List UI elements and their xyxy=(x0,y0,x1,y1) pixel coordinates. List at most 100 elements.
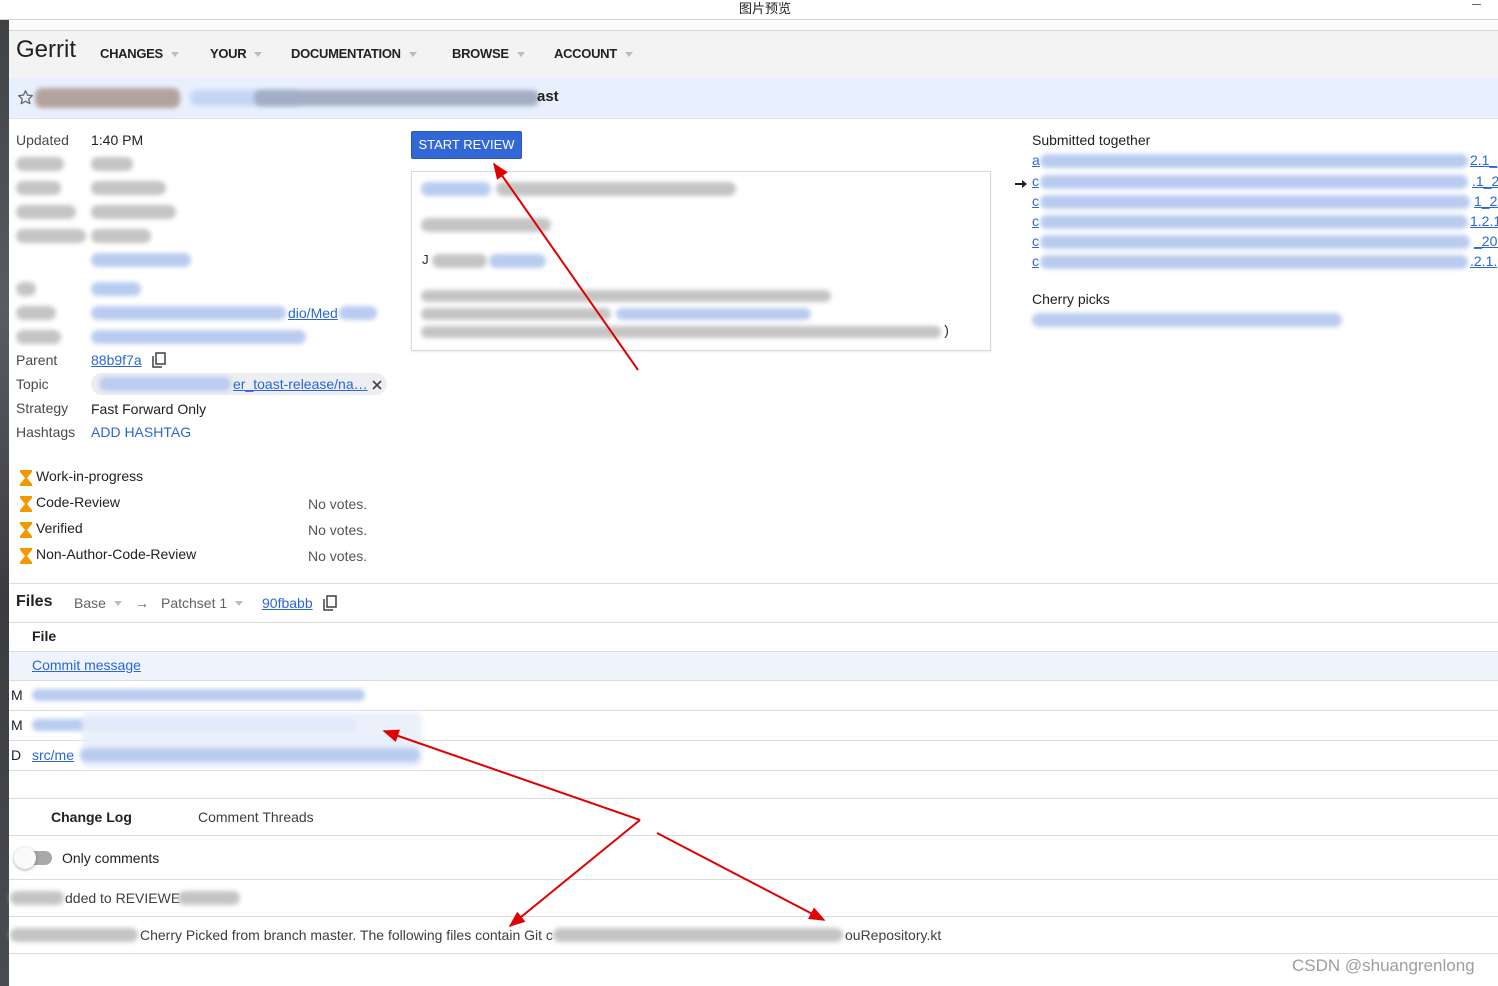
commit-message-text-end: ) xyxy=(942,324,951,340)
tab-comment-threads[interactable]: Comment Threads xyxy=(198,808,314,826)
redacted-blur xyxy=(16,205,76,219)
tab-change-log[interactable]: Change Log xyxy=(51,808,132,826)
related-change-link-end[interactable]: _202 xyxy=(1474,232,1498,250)
related-change-link[interactable]: c xyxy=(1032,252,1039,270)
nav-browse-label: BROWSE xyxy=(452,46,509,61)
minimize-icon[interactable] xyxy=(1472,4,1481,5)
divider xyxy=(9,710,1498,711)
only-comments-label: Only comments xyxy=(62,850,160,866)
hourglass-icon xyxy=(20,496,32,512)
related-change-link[interactable]: c xyxy=(1032,232,1039,250)
topic-chip[interactable]: er_toast-release/na… xyxy=(91,373,387,395)
chevron-down-icon xyxy=(113,600,122,606)
redacted-blur xyxy=(16,306,56,320)
file-status: D xyxy=(11,747,22,763)
divider xyxy=(9,879,1498,880)
hourglass-icon-shape xyxy=(20,470,32,486)
repo-link[interactable]: dio/Med xyxy=(288,304,338,322)
related-change-row[interactable]: c .2.1. xyxy=(1010,252,1498,272)
redacted-blur xyxy=(91,282,141,296)
file-status: M xyxy=(11,717,23,733)
redacted-blur xyxy=(16,181,61,195)
nav-browse[interactable]: BROWSE xyxy=(452,45,525,63)
revision-link[interactable]: 90fbabb xyxy=(262,594,313,612)
redacted-blur xyxy=(254,90,539,106)
watermark: CSDN @shuangrenlong xyxy=(1292,956,1475,975)
copy-icon-shape xyxy=(152,352,166,368)
redacted-blur xyxy=(91,253,191,267)
base-patchset-select[interactable]: Base xyxy=(74,594,122,612)
change-subject: ast xyxy=(537,88,559,105)
related-change-link-end[interactable]: 1_20 xyxy=(1474,192,1498,210)
gerrit-header: Gerrit CHANGES YOUR DOCUMENTATION BROWSE… xyxy=(9,30,1498,78)
arrow-right-icon-shape xyxy=(1015,180,1027,188)
topic-link[interactable]: er_toast-release/na… xyxy=(233,375,368,393)
file-row-commit-message[interactable]: Commit message xyxy=(9,652,1498,680)
file-path-link[interactable]: src/me xyxy=(32,746,74,764)
redacted-blur xyxy=(91,205,176,219)
related-change-link[interactable]: c xyxy=(1032,192,1039,210)
label-votes: No votes. xyxy=(308,496,368,512)
label-name: Work-in-progress xyxy=(36,468,144,484)
redacted-blur[interactable] xyxy=(32,689,365,701)
nav-account-label: ACCOUNT xyxy=(554,46,617,61)
toggle-knob xyxy=(14,847,36,869)
add-hashtag-button[interactable]: ADD HASHTAG xyxy=(91,423,191,441)
chevron-down-icon xyxy=(235,600,244,606)
divider xyxy=(9,916,1498,917)
related-change-link-end[interactable]: 1.2.1 xyxy=(1470,212,1498,230)
related-change-link-end[interactable]: .1_20 xyxy=(1472,172,1498,190)
change-log-entry: dded to REVIEWE xyxy=(65,890,181,906)
redacted-blur xyxy=(16,157,64,171)
related-change-link[interactable]: c xyxy=(1032,172,1039,190)
redacted-blur xyxy=(553,928,843,942)
related-change-row-current[interactable]: c .1_20 xyxy=(1010,172,1498,192)
redacted-blur[interactable] xyxy=(1032,313,1342,327)
hourglass-icon xyxy=(20,548,32,564)
nav-your[interactable]: YOUR xyxy=(210,45,263,63)
related-change-row[interactable]: c 1.2.1 xyxy=(1010,212,1498,232)
redacted-blur xyxy=(1040,235,1470,249)
nav-changes[interactable]: CHANGES xyxy=(100,45,179,63)
redacted-blur xyxy=(16,229,86,243)
change-log-entry: Cherry Picked from branch master. The fo… xyxy=(140,927,553,943)
file-column-header: File xyxy=(32,628,57,644)
related-change-link-end[interactable]: .2.1. xyxy=(1470,252,1497,270)
star-outline-icon[interactable] xyxy=(17,89,34,106)
redacted-blur xyxy=(10,891,64,905)
annotation-arrow xyxy=(382,729,641,821)
divider xyxy=(9,583,1498,584)
updated-label: Updated xyxy=(16,132,69,148)
redacted-blur xyxy=(91,157,133,171)
nav-documentation[interactable]: DOCUMENTATION xyxy=(291,45,417,63)
redacted-blur xyxy=(99,377,231,391)
related-change-row[interactable]: c 1_20 xyxy=(1010,192,1498,212)
parent-commit-link[interactable]: 88b9f7a xyxy=(91,351,142,369)
related-change-link[interactable]: c xyxy=(1032,212,1039,230)
divider xyxy=(9,622,1498,623)
window-title: 图片预览 xyxy=(739,1,792,16)
related-change-link[interactable]: a xyxy=(1032,151,1040,169)
redacted-blur xyxy=(421,182,491,196)
related-change-row[interactable]: c _202 xyxy=(1010,232,1498,252)
copy-icon-shape xyxy=(323,595,337,611)
redacted-blur xyxy=(1040,255,1468,269)
patchset-select[interactable]: Patchset 1 xyxy=(161,594,244,612)
only-comments-toggle[interactable] xyxy=(14,846,54,870)
commit-message-box: J ) xyxy=(411,171,991,351)
redacted-blur xyxy=(496,182,736,196)
redacted-blur xyxy=(178,891,240,905)
related-change-row[interactable]: a 2.1_ xyxy=(1010,151,1498,171)
copy-icon[interactable] xyxy=(152,352,166,368)
start-review-button[interactable]: START REVIEW xyxy=(411,131,522,159)
related-change-link-end[interactable]: 2.1_ xyxy=(1470,151,1497,169)
copy-icon[interactable] xyxy=(323,595,337,611)
redacted-blur xyxy=(91,306,286,320)
gerrit-logo[interactable]: Gerrit xyxy=(16,36,76,64)
commit-message-link[interactable]: Commit message xyxy=(32,656,141,674)
nav-your-label: YOUR xyxy=(210,46,247,61)
divider xyxy=(9,770,1498,771)
redacted-blur xyxy=(339,306,377,320)
close-icon[interactable] xyxy=(371,378,383,390)
nav-account[interactable]: ACCOUNT xyxy=(554,45,633,63)
